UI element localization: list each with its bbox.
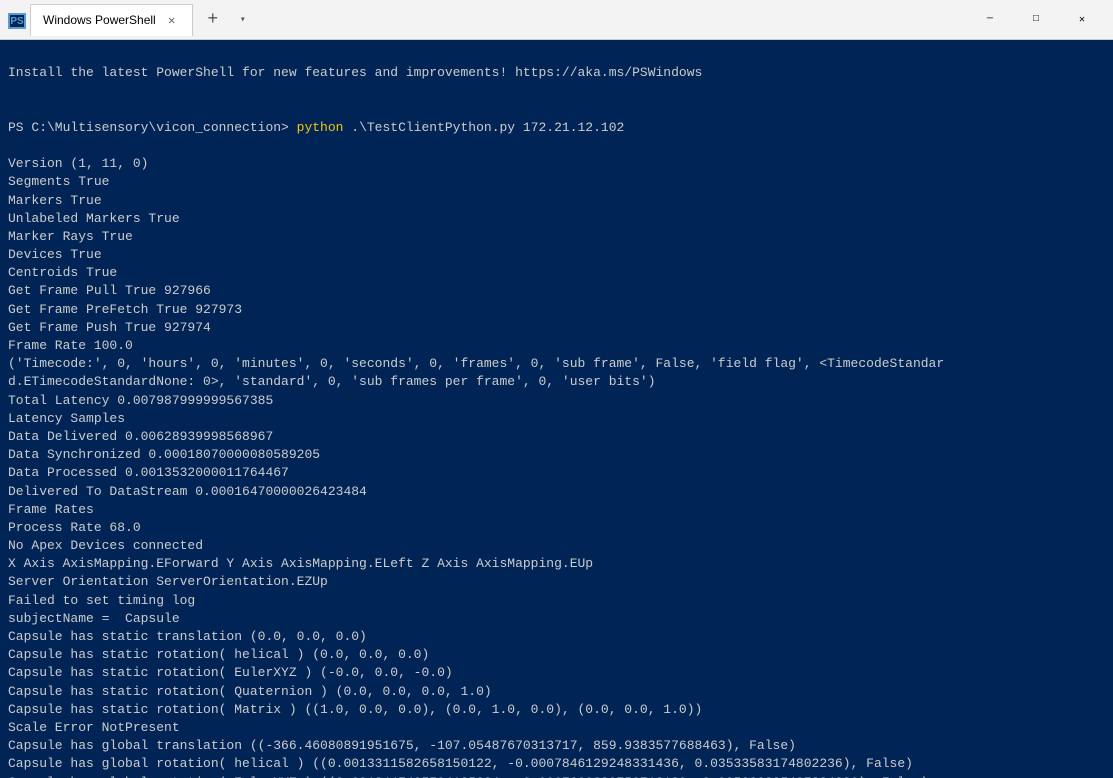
line: Capsule has static rotation( Matrix ) ((…: [8, 702, 702, 717]
line: Data Synchronized 0.00018070000080589205: [8, 447, 320, 462]
line: Capsule has global rotation( helical ) (…: [8, 756, 913, 771]
line: Get Frame Push True 927974: [8, 320, 211, 335]
prompt-text: PS C:\Multisensory\vicon_connection>: [8, 120, 297, 135]
tab-dropdown-button[interactable]: ▾: [229, 6, 257, 34]
line: No Apex Devices connected: [8, 538, 203, 553]
line: Get Frame Pull True 927966: [8, 283, 211, 298]
line: Total Latency 0.007987999999567385: [8, 393, 273, 408]
line: Capsule has global translation ((-366.46…: [8, 738, 796, 753]
line: X Axis AxisMapping.EForward Y Axis AxisM…: [8, 556, 593, 571]
active-tab[interactable]: Windows PowerShell ✕: [30, 4, 193, 36]
line: Frame Rate 100.0: [8, 338, 133, 353]
line: Segments True: [8, 174, 109, 189]
line: Data Processed 0.0013532000011764467: [8, 465, 289, 480]
line: Unlabeled Markers True: [8, 211, 180, 226]
prompt-line: PS C:\Multisensory\vicon_connection> pyt…: [8, 120, 624, 135]
line: Data Delivered 0.00628939998568967: [8, 429, 273, 444]
line: Delivered To DataStream 0.00016470000026…: [8, 484, 367, 499]
line: Server Orientation ServerOrientation.EZU…: [8, 574, 328, 589]
line: Failed to set timing log: [8, 593, 195, 608]
minimize-button[interactable]: ─: [967, 4, 1013, 36]
line: Process Rate 68.0: [8, 520, 141, 535]
line: Capsule has global rotation( EulerXYZ ) …: [8, 775, 929, 778]
maximize-button[interactable]: □: [1013, 4, 1059, 36]
window-close-button[interactable]: ✕: [1059, 4, 1105, 36]
script-args: .\TestClientPython.py 172.21.12.102: [343, 120, 624, 135]
line: ('Timecode:', 0, 'hours', 0, 'minutes', …: [8, 356, 944, 371]
line: Centroids True: [8, 265, 117, 280]
line: Devices True: [8, 247, 102, 262]
window-controls: ─ □ ✕: [967, 4, 1105, 36]
tab-title: Windows PowerShell: [43, 13, 156, 27]
line: Capsule has static rotation( helical ) (…: [8, 647, 429, 662]
line: Marker Rays True: [8, 229, 133, 244]
terminal-output: Install the latest PowerShell for new fe…: [0, 40, 1113, 778]
title-bar: PS Windows PowerShell ✕ + ▾ ─ □ ✕: [0, 0, 1113, 40]
line: Scale Error NotPresent: [8, 720, 180, 735]
line: Latency Samples: [8, 411, 125, 426]
python-command: python: [297, 120, 344, 135]
line: subjectName = Capsule: [8, 611, 180, 626]
line: Capsule has static rotation( Quaternion …: [8, 684, 492, 699]
line: Get Frame PreFetch True 927973: [8, 302, 242, 317]
line: Capsule has static rotation( EulerXYZ ) …: [8, 665, 453, 680]
output-lines: Version (1, 11, 0) Segments True Markers…: [8, 156, 944, 778]
line: Version (1, 11, 0): [8, 156, 148, 171]
new-tab-button[interactable]: +: [197, 4, 229, 36]
line: Frame Rates: [8, 502, 94, 517]
powershell-icon: PS: [8, 13, 26, 29]
install-line: Install the latest PowerShell for new fe…: [8, 65, 702, 80]
line: Markers True: [8, 193, 102, 208]
tab-close-button[interactable]: ✕: [164, 12, 180, 28]
title-bar-left: PS Windows PowerShell ✕ + ▾: [8, 4, 967, 36]
line: d.ETimecodeStandardNone: 0>, 'standard',…: [8, 374, 656, 389]
line: Capsule has static translation (0.0, 0.0…: [8, 629, 367, 644]
